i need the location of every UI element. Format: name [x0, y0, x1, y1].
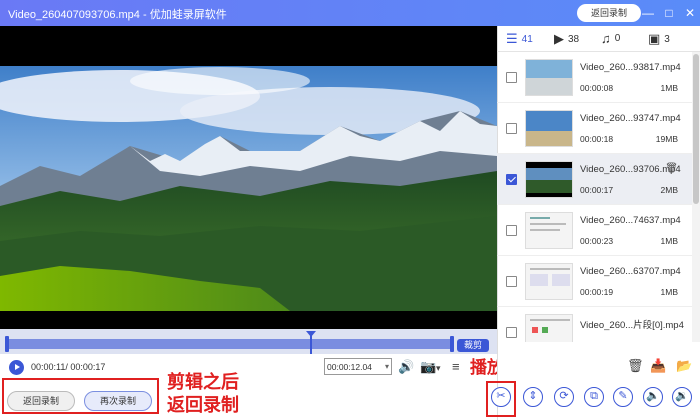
checkbox-checked[interactable] — [506, 174, 517, 185]
tab-all[interactable]: ☰ 41 — [506, 31, 533, 47]
file-name: Video_260...片段[0].mp4 — [580, 320, 684, 331]
video-thumbnail — [525, 263, 573, 300]
audio-icon[interactable]: 🔈 — [643, 387, 663, 407]
trim-end-handle[interactable] — [450, 336, 454, 352]
time-input[interactable]: 00:00:12.04 ▾ — [324, 358, 392, 375]
crop-icon[interactable]: ⧉ — [584, 387, 604, 407]
checkbox[interactable] — [506, 72, 517, 83]
music-icon: ♫ — [601, 31, 611, 46]
video-icon: ▶ — [554, 31, 564, 46]
back-to-record-button[interactable]: 返回录制 — [577, 4, 641, 22]
video-player[interactable] — [0, 26, 497, 329]
video-thumbnail — [525, 110, 573, 147]
tab-video[interactable]: ▶ 38 — [554, 31, 579, 47]
video-thumbnail — [525, 314, 573, 342]
timeline-track[interactable] — [6, 339, 452, 349]
list-item[interactable]: Video_260...片段[0].mp4 — [497, 307, 692, 342]
annotation-after-edit: 剪辑之后 返回录制 — [167, 372, 239, 415]
current-time: 00:00:11/ 00:00:17 — [31, 362, 106, 372]
video-thumbnail — [525, 161, 573, 198]
file-duration: 00:00:19 — [580, 287, 614, 297]
split-icon[interactable]: ⇕ — [523, 387, 543, 407]
image-icon: ▣ — [648, 31, 661, 46]
list-item[interactable]: Video_260...74637.mp4 00:00:23 1MB — [497, 205, 692, 256]
playhead[interactable] — [310, 332, 312, 354]
mountain-landscape-image — [0, 66, 497, 311]
list-item[interactable]: Video_260...63707.mp4 00:00:19 1MB — [497, 256, 692, 307]
file-list: Video_260...93817.mp4 00:00:08 1MB Video… — [497, 52, 692, 342]
scrollbar-thumb[interactable] — [693, 54, 699, 204]
maximize-button[interactable]: □ — [661, 4, 677, 22]
video-thumbnail — [525, 212, 573, 249]
sidebar-scrollbar[interactable] — [692, 52, 700, 342]
file-duration: 00:00:17 — [580, 185, 614, 195]
edit-icon[interactable]: ✎ — [613, 387, 633, 407]
media-tabs: ☰ 41 ▶ 38 ♫ 0 ▣ 3 — [497, 26, 700, 52]
title-bar: Video_260407093706.mp4 - 优加蛙录屏软件 返回录制 — … — [0, 0, 700, 26]
list-item[interactable]: Video_260...93747.mp4 00:00:18 19MB — [497, 103, 692, 154]
camera-icon[interactable]: 📷 — [420, 359, 436, 375]
back-to-record-bottom-button[interactable]: 返回录制 — [7, 391, 75, 411]
list-icon: ☰ — [506, 31, 518, 46]
file-duration: 00:00:23 — [580, 236, 614, 246]
file-name: Video_260...93817.mp4 — [580, 62, 681, 73]
import-folder-icon[interactable]: 📥 — [650, 358, 666, 374]
video-thumbnail — [525, 59, 573, 96]
tab-music[interactable]: ♫ 0 — [601, 31, 620, 46]
window-title: Video_260407093706.mp4 - 优加蛙录屏软件 — [8, 9, 227, 21]
rotate-icon[interactable]: ⟳ — [554, 387, 574, 407]
close-button[interactable]: ✕ — [682, 4, 698, 22]
play-icon[interactable] — [9, 360, 24, 375]
video-frame — [0, 66, 497, 311]
open-folder-icon[interactable]: 📂 — [676, 358, 692, 374]
trim-start-handle[interactable] — [5, 336, 9, 352]
checkbox[interactable] — [506, 225, 517, 236]
checkbox[interactable] — [506, 327, 517, 338]
minimize-button[interactable]: — — [640, 4, 656, 22]
checkbox[interactable] — [506, 276, 517, 287]
file-size: 1MB — [660, 236, 678, 246]
record-again-button[interactable]: 再次录制 — [84, 391, 152, 411]
delete-icon[interactable]: 🗑 — [665, 163, 678, 174]
file-name: Video_260...74637.mp4 — [580, 215, 681, 226]
checkbox[interactable] — [506, 123, 517, 134]
list-item-selected[interactable]: Video_260...93706.mp4 00:00:17 2MB 🗑 — [497, 154, 692, 205]
file-size: 1MB — [660, 287, 678, 297]
list-icon[interactable]: ≡ — [452, 359, 460, 374]
cut-button[interactable]: 裁剪 — [457, 339, 489, 352]
tab-image[interactable]: ▣ 3 — [648, 31, 670, 47]
scissors-icon[interactable]: ✂ — [491, 387, 511, 407]
file-name: Video_260...93747.mp4 — [580, 113, 681, 124]
trash-icon[interactable]: 🗑 — [627, 358, 644, 374]
file-size: 19MB — [655, 134, 678, 144]
list-item[interactable]: Video_260...93817.mp4 00:00:08 1MB — [497, 52, 692, 103]
file-size: 2MB — [660, 185, 678, 195]
file-duration: 00:00:08 — [580, 83, 614, 93]
volume-icon[interactable]: 🔊 — [398, 359, 414, 375]
chevron-down-icon[interactable]: ▾ — [385, 362, 389, 371]
file-size: 1MB — [660, 83, 678, 93]
volume-adjust-icon[interactable]: 🔉 — [672, 387, 692, 407]
camera-dropdown-icon[interactable]: ▾ — [436, 363, 441, 374]
file-duration: 00:00:18 — [580, 134, 614, 144]
file-name: Video_260...63707.mp4 — [580, 266, 681, 277]
